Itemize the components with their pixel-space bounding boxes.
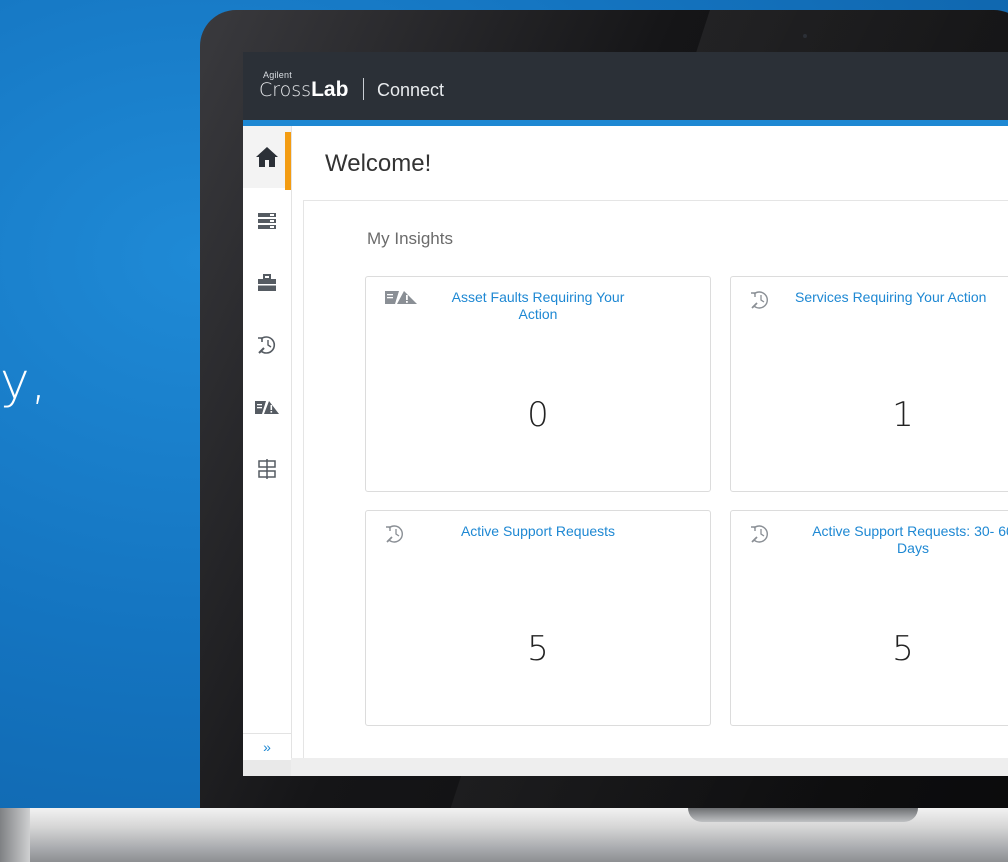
service-history-icon bbox=[384, 523, 406, 550]
camera-dot bbox=[803, 34, 807, 38]
service-history-icon bbox=[749, 289, 771, 316]
insight-card-active-support[interactable]: Active Support Requests 5 bbox=[365, 510, 711, 726]
asset-fault-icon bbox=[255, 401, 279, 414]
card-value: 1 bbox=[892, 395, 914, 435]
page-title: Welcome! bbox=[325, 150, 432, 177]
header-accent-bar bbox=[243, 120, 1008, 126]
top-bar: Agilent CrossLab Connect bbox=[243, 52, 1008, 126]
card-value: 5 bbox=[892, 629, 914, 669]
logo-lab: Lab bbox=[311, 78, 349, 101]
insight-card-asset-faults[interactable]: Asset Faults Requiring Your Action 0 bbox=[365, 276, 711, 492]
server-icon bbox=[258, 213, 276, 229]
insight-card-services[interactable]: Services Requiring Your Action 1 bbox=[730, 276, 1008, 492]
card-title[interactable]: Services Requiring Your Action bbox=[795, 289, 1008, 306]
logo[interactable]: CrossLab bbox=[259, 78, 348, 102]
home-icon bbox=[256, 147, 278, 167]
service-history-icon bbox=[749, 523, 771, 550]
logo-cross: Cross bbox=[259, 79, 312, 101]
sidebar-item-asset-faults[interactable] bbox=[243, 376, 291, 438]
service-history-icon bbox=[258, 336, 276, 354]
card-value: 0 bbox=[527, 395, 549, 435]
card-title[interactable]: Active Support Requests bbox=[436, 523, 640, 540]
card-title[interactable]: Asset Faults Requiring Your Action bbox=[436, 289, 640, 323]
sidebar: » bbox=[243, 126, 292, 776]
card-title[interactable]: Active Support Requests: 30- 60 Days bbox=[801, 523, 1008, 557]
section-title: My Insights bbox=[367, 229, 453, 248]
toolbox-icon bbox=[258, 274, 276, 291]
insight-card-active-support-30-60[interactable]: Active Support Requests: 30- 60 Days 5 bbox=[730, 510, 1008, 726]
sidebar-item-service-history[interactable] bbox=[243, 314, 291, 376]
header-divider bbox=[363, 78, 364, 100]
asset-fault-icon bbox=[384, 289, 418, 310]
app-name: Connect bbox=[377, 80, 445, 100]
hierarchy-icon bbox=[258, 459, 276, 479]
sidebar-item-organization[interactable] bbox=[243, 438, 291, 500]
sidebar-item-home[interactable] bbox=[243, 126, 291, 190]
app-screen: Agilent CrossLab Connect » Welcome! My I… bbox=[243, 52, 1008, 776]
insights-panel: My Insights Asset Faults Requiring Your … bbox=[303, 200, 1008, 759]
sidebar-item-instruments[interactable] bbox=[243, 190, 291, 252]
background-tagline: y, bbox=[0, 352, 48, 410]
sidebar-expand-button[interactable]: » bbox=[243, 733, 291, 760]
sidebar-item-services[interactable] bbox=[243, 252, 291, 314]
laptop-notch bbox=[688, 808, 918, 822]
card-value: 5 bbox=[527, 629, 549, 669]
